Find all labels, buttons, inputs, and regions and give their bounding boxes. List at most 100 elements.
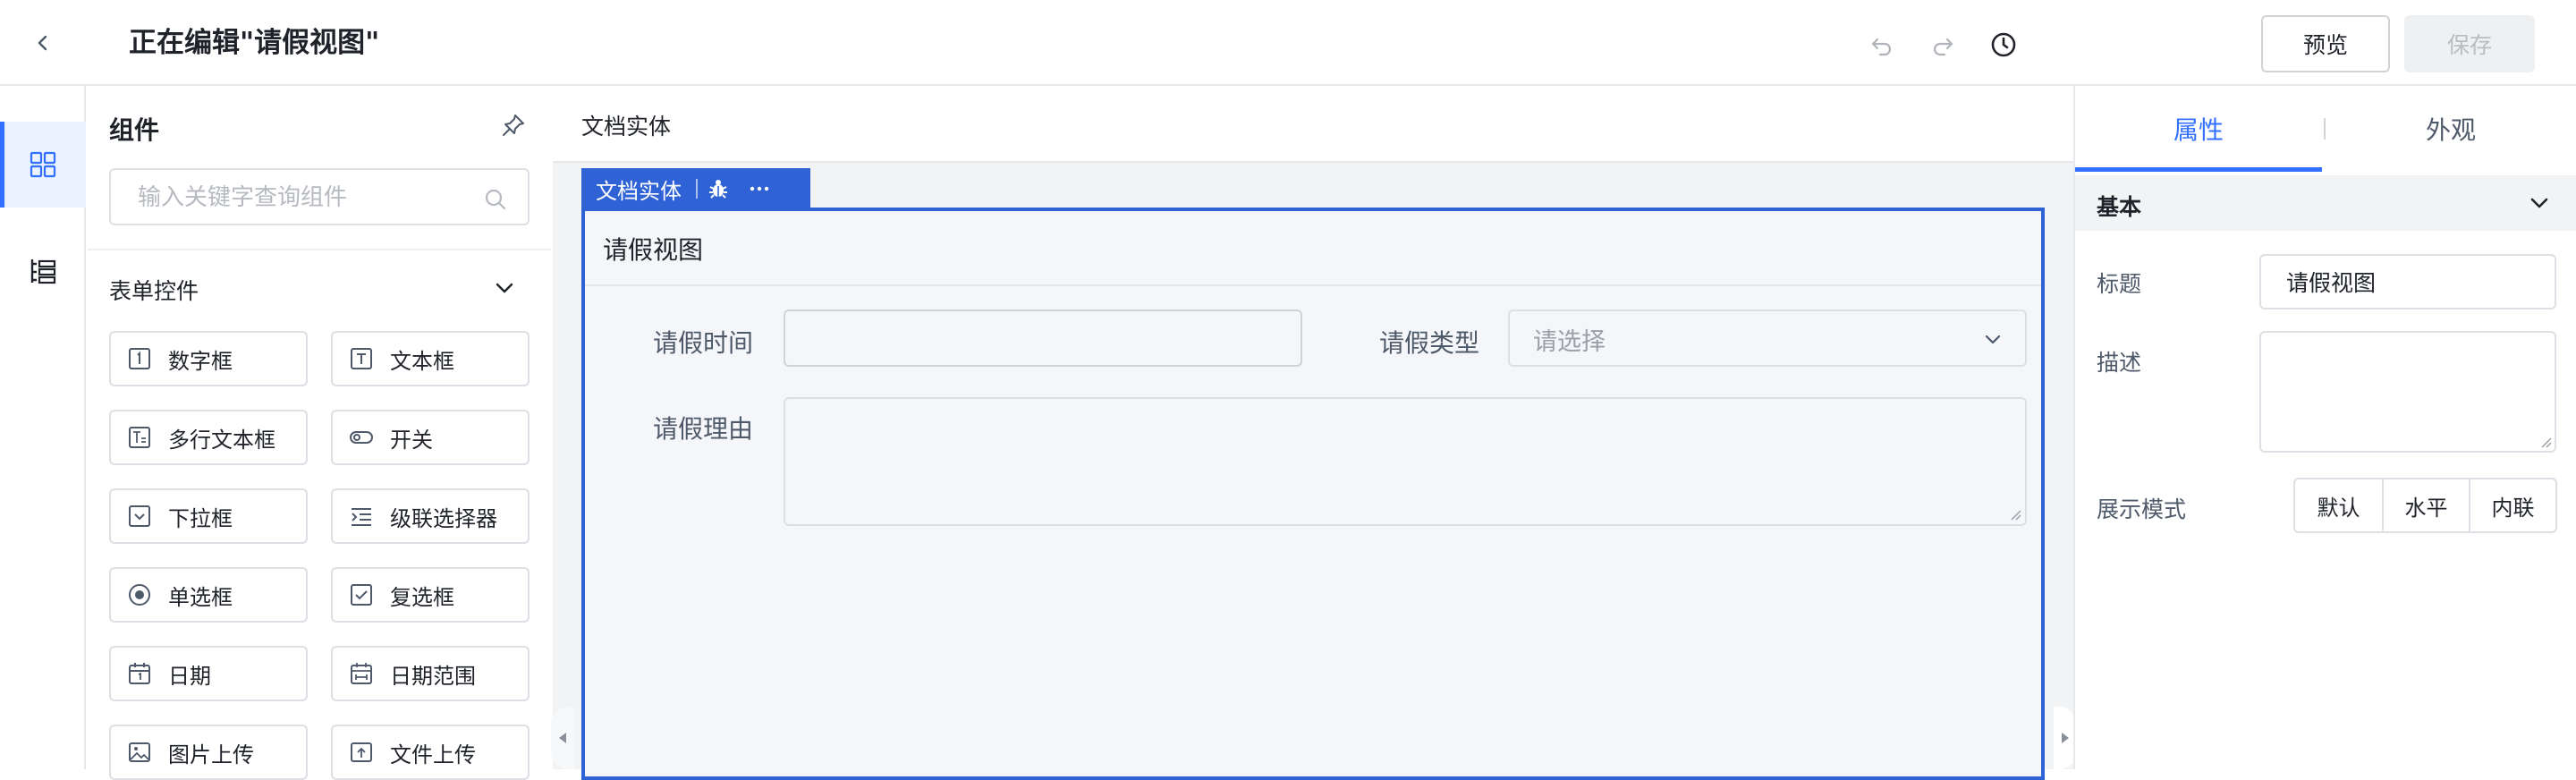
component-label: 日期范围 <box>390 663 476 689</box>
title-input[interactable] <box>2284 265 2535 299</box>
search-icon <box>485 189 506 210</box>
pin-icon <box>503 114 524 136</box>
component-label: 单选框 <box>168 584 233 610</box>
text-box-icon <box>351 348 372 369</box>
title-field[interactable] <box>2259 254 2556 309</box>
dropdown-icon <box>129 505 150 527</box>
clock-icon <box>1991 32 2016 57</box>
chevron-down-icon <box>2530 198 2548 208</box>
component-label: 级联选择器 <box>390 505 497 531</box>
bug-icon <box>709 180 727 199</box>
date-range-icon <box>351 663 372 684</box>
component-label: 复选框 <box>390 584 454 610</box>
undo-button[interactable] <box>1862 25 1902 64</box>
display-option-horizontal[interactable]: 水平 <box>2382 479 2469 531</box>
component-label: 日期 <box>168 663 211 689</box>
component-panel: 组件 表单控件 数字框 文本框 多行文本框 开关 下拉框 级联选择器 单选框 <box>88 86 551 780</box>
property-panel: 属性 外观 基本 标题 描述 展示模式 默认 水平 内联 <box>2073 86 2576 769</box>
tab-properties[interactable]: 属性 <box>2075 86 2322 172</box>
page-title: 正在编辑"请假视图" <box>129 27 380 59</box>
display-mode-selector[interactable]: 默认 水平 内联 <box>2293 478 2557 533</box>
search-input[interactable] <box>136 181 476 215</box>
section-title: 基本 <box>2097 194 2142 220</box>
description-label: 描述 <box>2097 350 2142 376</box>
multiline-text-icon <box>129 427 150 448</box>
select-placeholder: 请选择 <box>1533 328 1606 356</box>
component-radio[interactable]: 单选框 <box>109 567 308 623</box>
pin-button[interactable] <box>496 107 531 143</box>
leave-type-select[interactable]: 请选择 <box>1508 309 2027 367</box>
component-label: 文本框 <box>390 348 454 374</box>
active-tab-indicator <box>2075 167 2322 172</box>
left-rail <box>0 86 86 769</box>
component-image-upload[interactable]: 图片上传 <box>109 725 308 780</box>
resize-handle-icon <box>2011 510 2021 521</box>
image-upload-icon <box>129 742 150 762</box>
component-cascader[interactable]: 级联选择器 <box>331 488 530 544</box>
redo-icon <box>1933 38 1953 56</box>
selected-form-view[interactable]: 请假视图 请假时间 请假类型 请选择 请假理由 <box>581 208 2045 780</box>
form-title: 请假视图 <box>603 235 704 265</box>
preview-button[interactable]: 预览 <box>2261 15 2390 72</box>
switch-icon <box>350 431 373 444</box>
redo-button[interactable] <box>1923 25 1962 64</box>
chevron-down-icon <box>496 283 513 293</box>
component-search[interactable] <box>109 168 530 225</box>
leave-type-label: 请假类型 <box>1379 328 1480 358</box>
component-label: 图片上传 <box>168 742 254 767</box>
component-text-box[interactable]: 文本框 <box>331 331 530 386</box>
component-label: 数字框 <box>168 348 233 374</box>
design-canvas: 文档实体 文档实体 请假视图 请假时间 请假类型 请选择 请假理由 <box>553 86 2073 780</box>
grid-icon <box>30 151 56 178</box>
history-button[interactable] <box>1984 25 2023 64</box>
section-basic[interactable]: 基本 <box>2075 175 2576 231</box>
chevron-down-icon <box>1985 335 2001 344</box>
display-option-default[interactable]: 默认 <box>2295 479 2382 531</box>
selection-label: 文档实体 <box>596 178 682 204</box>
date-icon <box>129 663 150 684</box>
top-header: 正在编辑"请假视图" 预览 保存 <box>0 0 2576 86</box>
resize-handle-icon <box>2541 437 2552 448</box>
component-multiline-text[interactable]: 多行文本框 <box>109 410 308 465</box>
leave-time-input[interactable] <box>784 309 1302 367</box>
component-label: 开关 <box>390 427 433 453</box>
cascader-icon <box>352 508 371 526</box>
form-divider <box>585 284 2041 286</box>
rail-item-outline[interactable] <box>0 229 86 315</box>
debug-button[interactable] <box>698 168 739 209</box>
component-label: 文件上传 <box>390 742 476 767</box>
undo-icon <box>1871 38 1892 56</box>
canvas-header: 文档实体 <box>553 86 2073 163</box>
component-date-range[interactable]: 日期范围 <box>331 646 530 701</box>
checkbox-icon <box>351 584 372 606</box>
collapse-left-panel[interactable] <box>551 707 574 769</box>
back-button[interactable] <box>25 25 61 61</box>
description-textarea[interactable] <box>2259 331 2556 453</box>
group-collapse-toggle[interactable] <box>488 272 521 304</box>
component-label: 下拉框 <box>168 505 233 531</box>
component-dropdown[interactable]: 下拉框 <box>109 488 308 544</box>
panel-title: 组件 <box>109 115 160 145</box>
component-switch[interactable]: 开关 <box>331 410 530 465</box>
display-option-inline[interactable]: 内联 <box>2469 479 2555 531</box>
tab-appearance[interactable]: 外观 <box>2326 86 2576 172</box>
selection-toolbar: 文档实体 <box>581 168 810 209</box>
section-collapse-toggle[interactable] <box>2524 188 2555 218</box>
more-button[interactable] <box>739 168 780 209</box>
leave-reason-textarea[interactable] <box>784 397 2027 526</box>
caret-left-icon <box>559 733 566 743</box>
divider <box>88 249 551 250</box>
radio-icon <box>129 584 150 606</box>
canvas-title: 文档实体 <box>581 114 672 140</box>
display-mode-label: 展示模式 <box>2097 496 2187 522</box>
save-button[interactable]: 保存 <box>2404 15 2535 72</box>
rail-item-components[interactable] <box>0 122 86 208</box>
title-label: 标题 <box>2097 271 2142 297</box>
component-file-upload[interactable]: 文件上传 <box>331 725 530 780</box>
chevron-left-icon <box>38 35 47 51</box>
component-number-box[interactable]: 数字框 <box>109 331 308 386</box>
number-box-icon <box>129 348 150 369</box>
component-checkbox[interactable]: 复选框 <box>331 567 530 623</box>
component-date[interactable]: 日期 <box>109 646 308 701</box>
component-label: 多行文本框 <box>168 427 275 453</box>
